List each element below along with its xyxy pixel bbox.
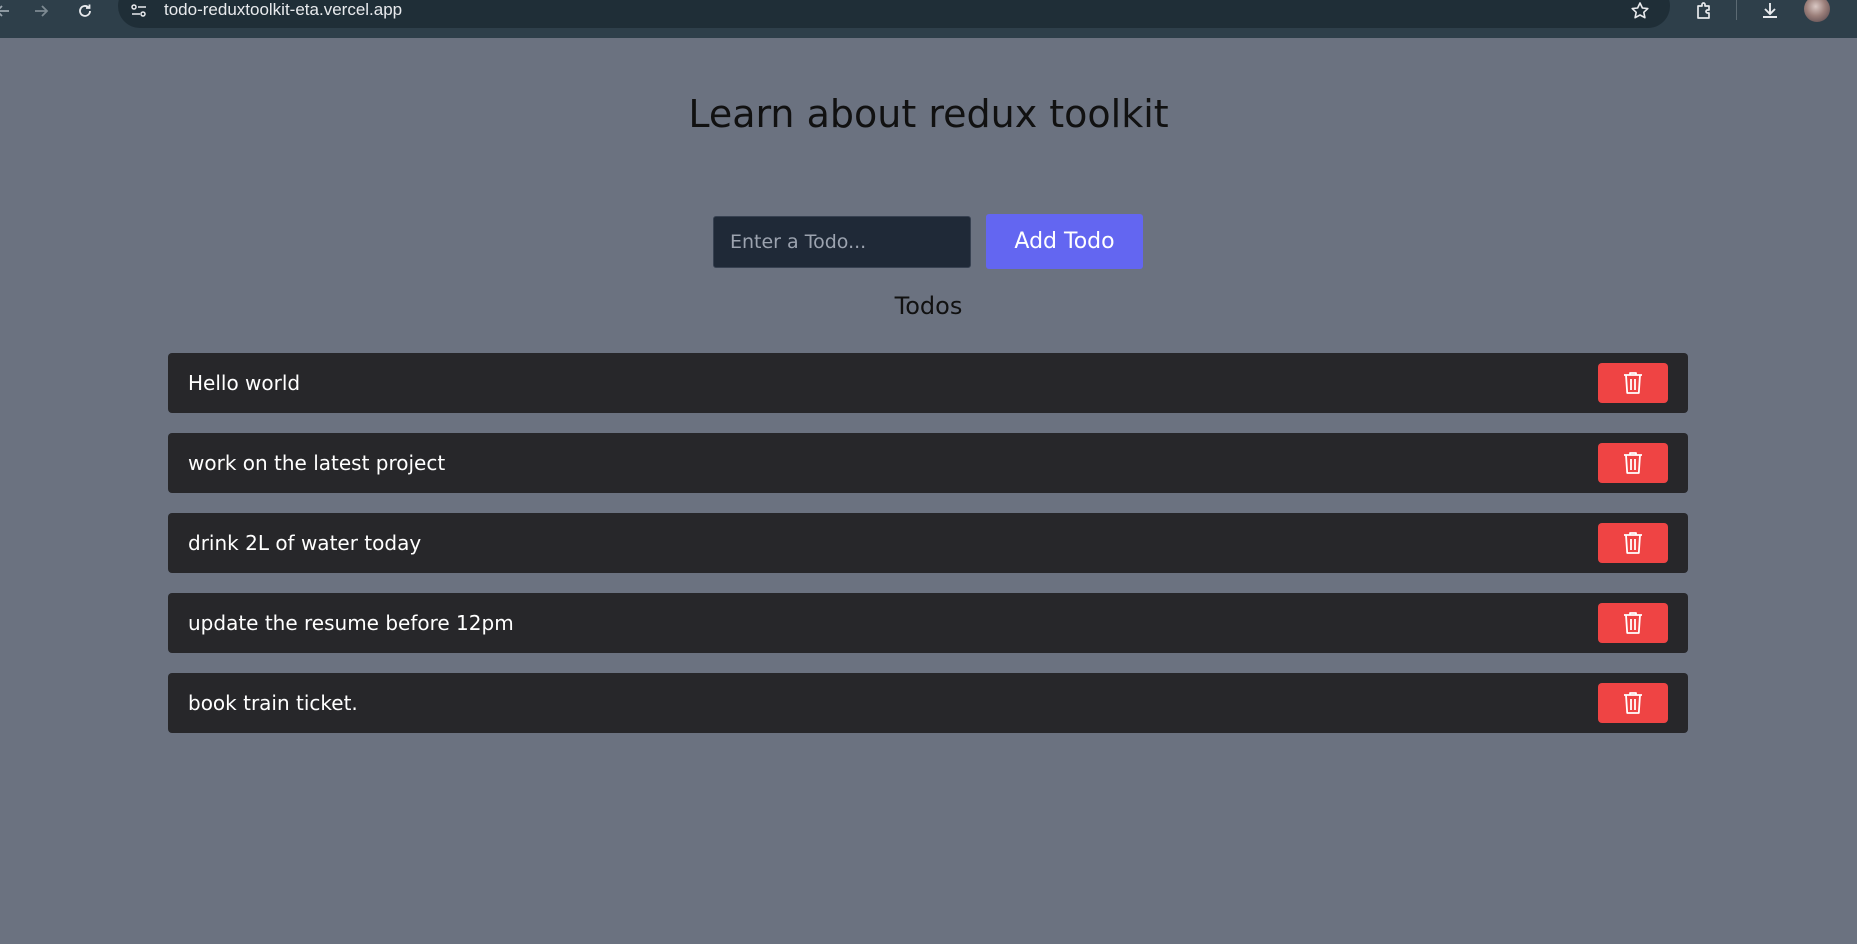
delete-todo-button[interactable] <box>1598 603 1668 643</box>
todo-item: Hello world <box>168 353 1688 413</box>
back-arrow-icon[interactable] <box>0 0 14 22</box>
todo-item: work on the latest project <box>168 433 1688 493</box>
delete-todo-button[interactable] <box>1598 363 1668 403</box>
toolbar-divider <box>1736 0 1737 20</box>
todo-text: book train ticket. <box>188 691 358 715</box>
todo-text: work on the latest project <box>188 451 446 475</box>
todo-item: book train ticket. <box>168 673 1688 733</box>
trash-icon <box>1624 532 1642 554</box>
todo-item: drink 2L of water today <box>168 513 1688 573</box>
site-info-icon[interactable] <box>128 0 150 22</box>
todo-item: update the resume before 12pm <box>168 593 1688 653</box>
trash-icon <box>1624 452 1642 474</box>
delete-todo-button[interactable] <box>1598 523 1668 563</box>
delete-todo-button[interactable] <box>1598 443 1668 483</box>
trash-icon <box>1624 692 1642 714</box>
trash-icon <box>1624 372 1642 394</box>
reload-icon[interactable] <box>74 0 96 22</box>
url-text[interactable]: todo-reduxtoolkit-eta.vercel.app <box>164 0 402 22</box>
download-icon[interactable] <box>1758 0 1782 22</box>
avatar[interactable] <box>1804 0 1830 22</box>
forward-arrow-icon[interactable] <box>30 0 52 22</box>
todos-heading: Todos <box>894 292 963 320</box>
browser-toolbar: todo-reduxtoolkit-eta.vercel.app <box>0 0 1857 38</box>
add-todo-button[interactable]: Add Todo <box>986 214 1143 269</box>
todo-text: drink 2L of water today <box>188 531 422 555</box>
page-title: Learn about redux toolkit <box>688 92 1169 136</box>
todo-text: update the resume before 12pm <box>188 611 514 635</box>
todo-input[interactable] <box>713 216 971 268</box>
star-icon[interactable] <box>1628 0 1652 22</box>
extensions-icon[interactable] <box>1692 0 1716 22</box>
delete-todo-button[interactable] <box>1598 683 1668 723</box>
todo-text: Hello world <box>188 371 301 395</box>
trash-icon <box>1624 612 1642 634</box>
todo-list: Hello world work on the latest project d… <box>168 353 1688 753</box>
